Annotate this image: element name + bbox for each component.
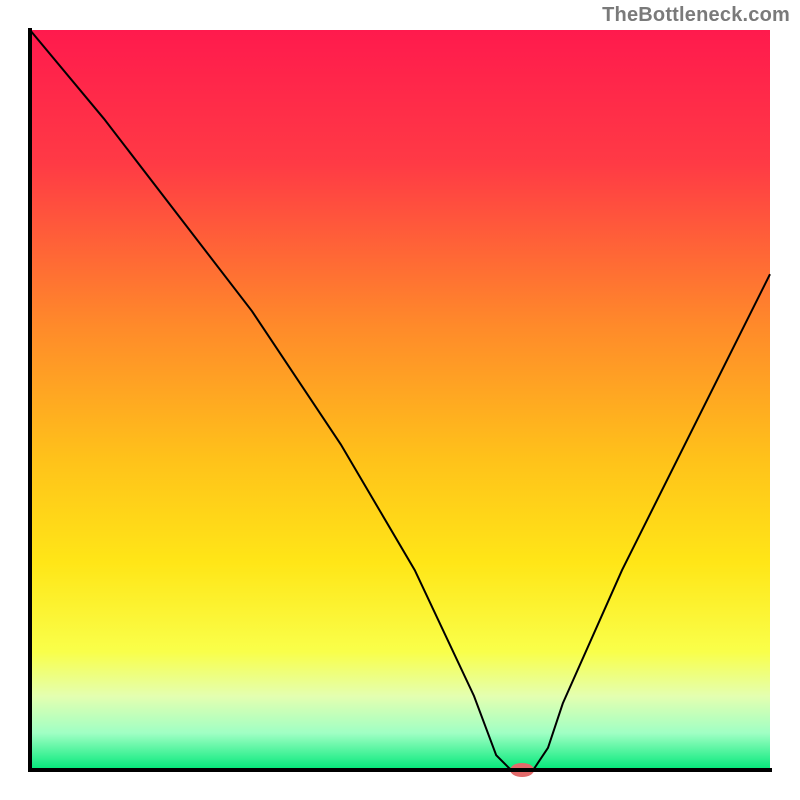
chart-container: TheBottleneck.com	[0, 0, 800, 800]
watermark-text: TheBottleneck.com	[602, 4, 790, 27]
bottleneck-chart	[0, 0, 800, 800]
plot-background	[30, 30, 770, 770]
